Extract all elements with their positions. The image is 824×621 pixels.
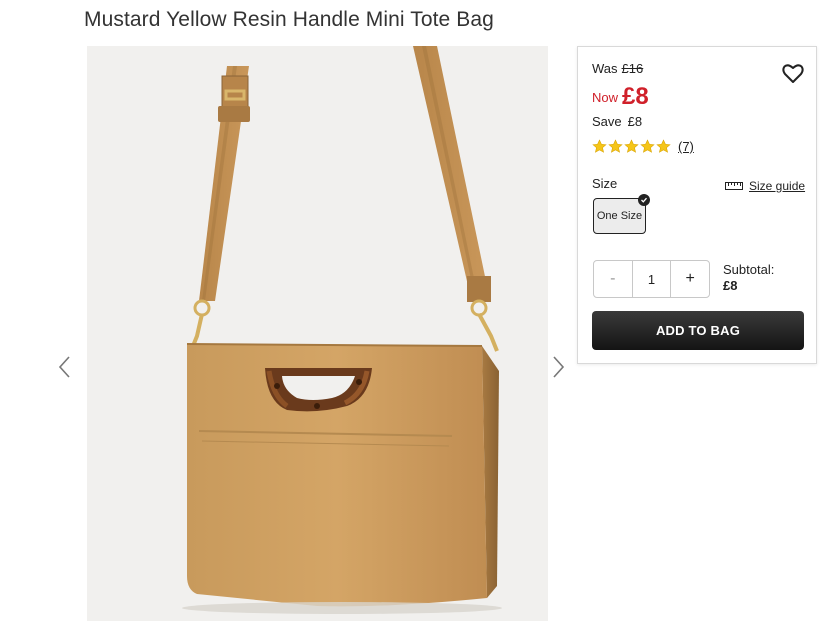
save-amount: £8 <box>627 114 643 129</box>
add-to-bag-button[interactable]: ADD TO BAG <box>592 311 804 350</box>
now-label: Now <box>592 90 619 105</box>
size-option-label: One Size <box>596 210 643 222</box>
wishlist-button[interactable] <box>781 61 805 85</box>
review-count-link[interactable]: (7) <box>678 139 694 154</box>
subtotal: Subtotal: £8 <box>723 262 774 294</box>
quantity-increase-button[interactable]: + <box>671 261 709 297</box>
check-icon <box>638 194 650 206</box>
star-icon <box>592 139 607 153</box>
product-title: Mustard Yellow Resin Handle Mini Tote Ba… <box>84 8 494 31</box>
star-icon <box>608 139 623 153</box>
now-price-row: Now £8 <box>592 83 649 111</box>
was-price: £16 <box>621 61 644 76</box>
heart-icon <box>782 64 804 83</box>
size-label: Size <box>592 176 618 191</box>
subtotal-label: Subtotal: <box>723 262 775 277</box>
star-icon <box>640 139 655 153</box>
ruler-icon <box>725 182 743 190</box>
chevron-left-icon <box>58 356 70 378</box>
was-label: Was <box>592 61 618 76</box>
gallery-next-button[interactable] <box>546 352 570 382</box>
star-icon <box>624 139 639 153</box>
save-row: Save £8 <box>592 114 642 129</box>
product-image <box>87 46 548 621</box>
quantity-stepper: - 1 + <box>593 260 710 298</box>
size-option-one-size[interactable]: One Size <box>593 194 650 234</box>
chevron-right-icon <box>553 356 565 378</box>
purchase-panel: Was £16 Now £8 Save £8 (7) Size Size guide … <box>577 46 817 364</box>
size-guide-label: Size guide <box>749 179 806 193</box>
gallery-prev-button[interactable] <box>53 352 77 382</box>
subtotal-value: £8 <box>723 278 738 293</box>
rating: (7) <box>592 139 694 154</box>
now-price: £8 <box>622 83 649 110</box>
quantity-decrease-button[interactable]: - <box>594 261 632 297</box>
save-label: Save <box>592 114 622 129</box>
was-price-row: Was £16 <box>592 61 643 76</box>
star-icon <box>656 139 671 153</box>
quantity-input[interactable]: 1 <box>631 261 672 297</box>
size-guide-link[interactable]: Size guide <box>725 179 805 193</box>
